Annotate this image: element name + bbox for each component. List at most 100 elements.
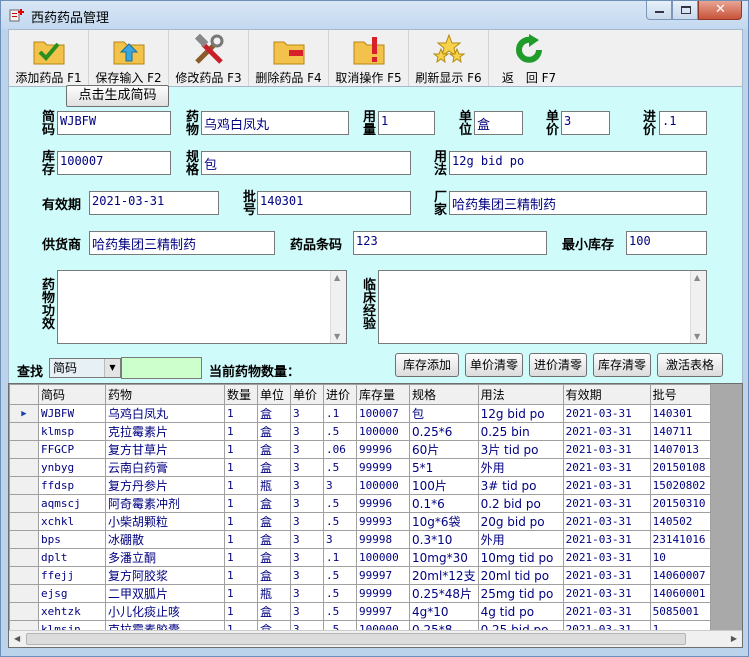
refresh-display-button[interactable]: 刷新显示 F6 <box>409 30 489 86</box>
table-cell[interactable]: 100000 <box>356 548 410 567</box>
table-cell[interactable]: 100000 <box>356 422 410 441</box>
add-drug-button[interactable]: 添加药品 F1 <box>9 30 89 86</box>
table-cell[interactable]: 3 <box>290 548 324 567</box>
table-cell[interactable]: 2021-03-31 <box>562 548 651 567</box>
table-cell[interactable]: 盒 <box>257 602 291 621</box>
table-cell[interactable]: 1 <box>224 440 258 459</box>
table-cell[interactable]: 5*1 <box>409 458 479 477</box>
table-cell[interactable]: 0.1*6 <box>409 494 479 513</box>
table-cell[interactable]: 1 <box>224 548 258 567</box>
table-cell[interactable]: 12g bid po <box>477 404 564 423</box>
table-cell[interactable]: FFGCP <box>38 440 106 459</box>
usage-input[interactable]: 12g bid po <box>449 151 707 175</box>
table-cell[interactable]: 100片 <box>409 476 479 495</box>
table-cell[interactable]: 5085001 <box>649 602 711 621</box>
table-cell[interactable]: 3# tid po <box>477 476 564 495</box>
unit-price-input[interactable]: 3 <box>561 111 610 135</box>
barcode-input[interactable]: 123 <box>353 231 547 255</box>
table-row[interactable]: dplt 多潘立酮 1 盒 3.1 100000 10mg*30 10mg tid po 202… <box>9 548 711 567</box>
table-cell[interactable]: 盒 <box>257 530 291 549</box>
row-selector[interactable] <box>9 548 39 567</box>
table-cell[interactable]: 盒 <box>257 512 291 531</box>
table-cell[interactable]: 0.25*6 <box>409 422 479 441</box>
row-selector[interactable] <box>9 584 39 603</box>
table-cell[interactable]: 0.3*10 <box>409 530 479 549</box>
table-cell[interactable]: 云南白药膏 <box>105 458 225 477</box>
table-cell[interactable]: 3 <box>323 476 357 495</box>
table-cell[interactable]: bps <box>38 530 106 549</box>
table-cell[interactable]: 140711 <box>649 422 711 441</box>
table-cell[interactable]: 2021-03-31 <box>562 404 651 423</box>
table-cell[interactable]: 3 <box>290 494 324 513</box>
table-cell[interactable]: 10 <box>649 548 711 567</box>
table-row[interactable]: xchkl 小柴胡颗粒 1 盒 3.5 99993 10g*6袋 20g bid po 2021… <box>9 512 711 531</box>
table-cell[interactable]: 0.25*48片 <box>409 584 479 603</box>
table-cell[interactable]: 3 <box>290 530 324 549</box>
table-cell[interactable]: 小柴胡颗粒 <box>105 512 225 531</box>
clear-purchase-price-button[interactable]: 进价清零 <box>529 353 587 377</box>
experience-scrollbar[interactable]: ▲ ▼ <box>690 271 706 343</box>
generate-code-button[interactable]: 点击生成简码 <box>66 85 169 107</box>
row-selector[interactable] <box>9 530 39 549</box>
table-row[interactable]: aqmscj 阿奇霉素冲剂 1 盒 3.5 99996 0.1*6 0.2 bid po 202… <box>9 494 711 513</box>
efficacy-textarea[interactable]: ▲ ▼ <box>57 270 347 344</box>
edit-drug-button[interactable]: 修改药品 F3 <box>169 30 249 86</box>
table-cell[interactable]: .5 <box>323 494 357 513</box>
table-cell[interactable]: 10g*6袋 <box>409 512 479 531</box>
row-selector[interactable] <box>9 440 39 459</box>
column-header[interactable]: 有效期 <box>562 384 651 405</box>
table-cell[interactable]: 20ml tid po <box>477 566 564 585</box>
table-cell[interactable]: 2021-03-31 <box>562 512 651 531</box>
table-cell[interactable]: 99999 <box>356 458 410 477</box>
table-cell[interactable]: 1 <box>224 458 258 477</box>
table-cell[interactable]: 3 <box>290 584 324 603</box>
table-row[interactable]: ffdsp 复方丹参片 1 瓶 3 3 100000 100片 3# tid po 2021-03… <box>9 476 711 495</box>
table-cell[interactable]: .06 <box>323 440 357 459</box>
drug-name-input[interactable]: 乌鸡白凤丸 <box>201 111 349 135</box>
table-cell[interactable]: 1 <box>224 602 258 621</box>
table-cell[interactable]: 1 <box>224 584 258 603</box>
code-input[interactable]: WJBFW <box>57 111 171 135</box>
column-header[interactable]: 简码 <box>38 384 106 405</box>
table-cell[interactable]: 外用 <box>477 458 564 477</box>
table-cell[interactable]: 1 <box>224 404 258 423</box>
table-cell[interactable]: 复方甘草片 <box>105 440 225 459</box>
column-header[interactable]: 药物 <box>105 384 225 405</box>
table-row[interactable]: ffejj 复方阿胶浆 1 盒 3.5 99997 20ml*12支 20ml tid po 2… <box>9 566 711 585</box>
table-cell[interactable]: 3 <box>290 404 324 423</box>
table-cell[interactable]: 20g bid po <box>477 512 564 531</box>
table-cell[interactable]: 140502 <box>649 512 711 531</box>
table-row[interactable]: bps 冰硼散 1 盒 3 3 99998 0.3*10 外用 2021-03-31 2314101… <box>9 530 711 549</box>
table-cell[interactable]: xehtzk <box>38 602 106 621</box>
column-header[interactable]: 规格 <box>409 384 479 405</box>
clear-unit-price-button[interactable]: 单价清零 <box>465 353 523 377</box>
column-header[interactable]: 库存量 <box>356 384 410 405</box>
experience-textarea[interactable]: ▲ ▼ <box>378 270 707 344</box>
clear-stock-button[interactable]: 库存清零 <box>593 353 651 377</box>
unit-input[interactable]: 盒 <box>474 111 523 135</box>
table-cell[interactable]: 小儿化痰止咳 <box>105 602 225 621</box>
purchase-price-input[interactable]: .1 <box>659 111 707 135</box>
table-cell[interactable]: 乌鸡白凤丸 <box>105 404 225 423</box>
table-cell[interactable]: dplt <box>38 548 106 567</box>
min-stock-input[interactable]: 100 <box>626 231 707 255</box>
stock-add-button[interactable]: 库存添加 <box>395 353 459 377</box>
spec-input[interactable]: 包 <box>201 151 411 175</box>
table-cell[interactable]: WJBFW <box>38 404 106 423</box>
table-cell[interactable]: 多潘立酮 <box>105 548 225 567</box>
table-cell[interactable]: 冰硼散 <box>105 530 225 549</box>
column-header[interactable]: 单价 <box>290 384 324 405</box>
table-cell[interactable]: 2021-03-31 <box>562 602 651 621</box>
table-cell[interactable]: 2021-03-31 <box>562 422 651 441</box>
table-cell[interactable]: 100000 <box>356 476 410 495</box>
table-cell[interactable]: aqmscj <box>38 494 106 513</box>
table-cell[interactable]: 3 <box>290 512 324 531</box>
table-cell[interactable]: 3 <box>290 566 324 585</box>
table-cell[interactable]: 0.2 bid po <box>477 494 564 513</box>
table-row[interactable]: FFGCP 复方甘草片 1 盒 3.06 99996 60片 3片 tid po 2021-03… <box>9 440 711 459</box>
return-button[interactable]: 返 回 F7 <box>489 30 569 86</box>
table-cell[interactable]: 99996 <box>356 440 410 459</box>
table-cell[interactable]: ffdsp <box>38 476 106 495</box>
table-cell[interactable]: ffejj <box>38 566 106 585</box>
efficacy-scrollbar[interactable]: ▲ ▼ <box>330 271 346 343</box>
